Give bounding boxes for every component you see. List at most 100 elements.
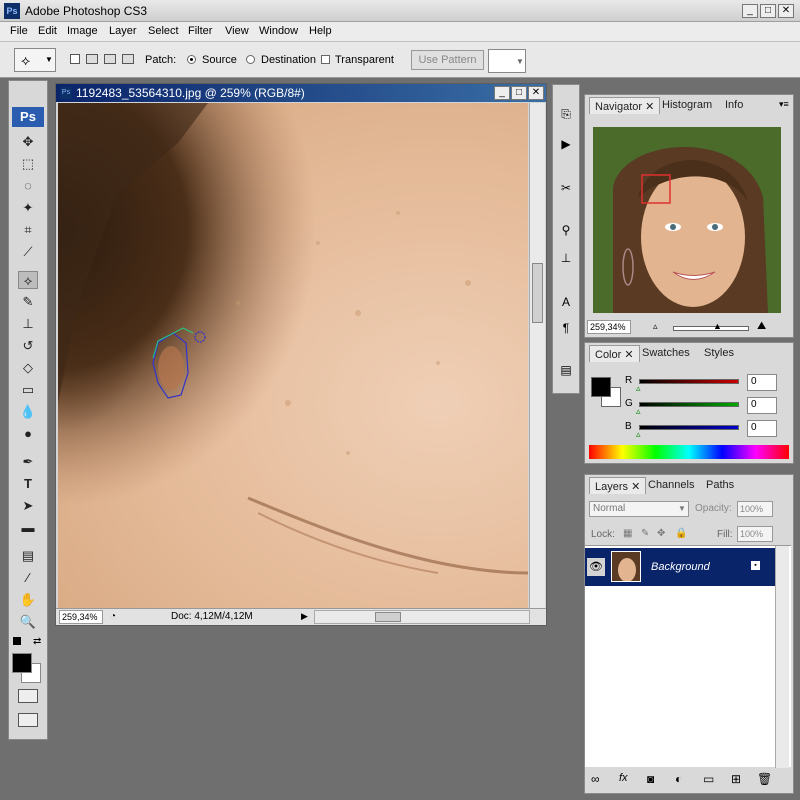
status-arrow-icon[interactable]: ▶ bbox=[301, 611, 308, 622]
green-slider-thumb-icon[interactable]: ▵ bbox=[636, 406, 641, 417]
menu-file[interactable]: File bbox=[10, 25, 28, 37]
tool-preset-picker[interactable]: ⟡ ▼ bbox=[14, 48, 56, 72]
move-tool-icon[interactable]: ✥ bbox=[18, 133, 38, 151]
tab-histogram[interactable]: Histogram bbox=[657, 97, 717, 114]
brush-tool-icon[interactable]: ✎ bbox=[18, 293, 38, 311]
menu-window[interactable]: Window bbox=[259, 25, 298, 37]
link-layers-icon[interactable]: ∞ bbox=[591, 772, 600, 786]
menu-edit[interactable]: Edit bbox=[38, 25, 57, 37]
menu-image[interactable]: Image bbox=[67, 25, 98, 37]
pen-tool-icon[interactable]: ✒ bbox=[18, 453, 38, 471]
layer-row[interactable]: 👁 Background ▪ bbox=[585, 548, 775, 586]
actions-panel-icon[interactable]: ▶ bbox=[557, 137, 575, 155]
vertical-scroll-thumb[interactable] bbox=[532, 263, 543, 323]
transparent-checkbox[interactable] bbox=[321, 55, 330, 64]
new-selection-icon[interactable] bbox=[70, 54, 80, 64]
navigator-thumbnail[interactable] bbox=[593, 127, 781, 313]
red-slider-thumb-icon[interactable]: ▵ bbox=[636, 383, 641, 394]
layer-mask-icon[interactable]: ◙ bbox=[647, 772, 654, 786]
history-panel-icon[interactable]: ⎘ bbox=[557, 107, 575, 125]
panel-menu-icon[interactable]: ▾≡ bbox=[779, 99, 789, 110]
type-tool-icon[interactable]: T bbox=[18, 475, 38, 493]
path-selection-tool-icon[interactable]: ➤ bbox=[18, 497, 38, 515]
color-spectrum-bar[interactable] bbox=[589, 445, 789, 459]
screen-mode-icon[interactable] bbox=[18, 713, 38, 727]
doc-zoom-field[interactable]: 259,34% bbox=[59, 610, 103, 624]
tab-styles[interactable]: Styles bbox=[699, 345, 739, 362]
doc-minimize-button[interactable]: _ bbox=[494, 86, 510, 100]
paragraph-panel-icon[interactable]: ¶ bbox=[557, 321, 575, 339]
vertical-scrollbar[interactable] bbox=[529, 103, 545, 608]
green-slider[interactable] bbox=[639, 402, 739, 407]
clone-source-icon[interactable]: ⊥ bbox=[557, 251, 575, 269]
layer-name[interactable]: Background bbox=[651, 561, 710, 573]
menu-layer[interactable]: Layer bbox=[109, 25, 137, 37]
slice-tool-icon[interactable]: ⟋ bbox=[18, 243, 38, 261]
brushes-panel-icon[interactable]: ⚲ bbox=[557, 223, 575, 241]
fill-field[interactable]: 100% bbox=[737, 526, 773, 542]
maximize-button[interactable]: □ bbox=[760, 4, 776, 18]
hand-tool-icon[interactable]: ✋ bbox=[18, 591, 38, 609]
zoom-out-icon[interactable]: ▵ bbox=[653, 321, 658, 332]
eyedropper-tool-icon[interactable]: ⁄ bbox=[18, 569, 38, 587]
patch-tool-icon[interactable]: ⟡ bbox=[18, 271, 38, 289]
horizontal-scrollbar[interactable] bbox=[314, 610, 530, 624]
adjustment-layer-icon[interactable]: ◐ bbox=[675, 772, 682, 786]
zoom-in-icon[interactable]: ⛰ bbox=[757, 320, 766, 333]
blue-slider[interactable] bbox=[639, 425, 739, 430]
crop-tool-icon[interactable]: ⌗ bbox=[18, 221, 38, 239]
zoom-slider-thumb-icon[interactable]: ▲ bbox=[713, 321, 722, 331]
layer-comps-icon[interactable]: ▤ bbox=[557, 363, 575, 381]
tool-presets-icon[interactable]: ✂ bbox=[557, 181, 575, 199]
tab-channels[interactable]: Channels bbox=[643, 477, 699, 494]
tab-color[interactable]: Color ✕ bbox=[589, 345, 640, 362]
add-selection-icon[interactable] bbox=[86, 54, 98, 64]
tab-info[interactable]: Info bbox=[720, 97, 748, 114]
marquee-tool-icon[interactable]: ⬚ bbox=[18, 155, 38, 173]
notes-tool-icon[interactable]: ▤ bbox=[18, 547, 38, 565]
tab-swatches[interactable]: Swatches bbox=[637, 345, 695, 362]
lock-transparent-icon[interactable]: ▦ bbox=[623, 528, 632, 539]
lock-image-icon[interactable]: ✎ bbox=[641, 528, 649, 539]
swap-colors-icon[interactable]: ⇄ bbox=[33, 636, 41, 647]
status-menu-icon[interactable]: ◔ bbox=[110, 611, 116, 622]
lock-position-icon[interactable]: ✥ bbox=[657, 528, 665, 539]
destination-radio[interactable] bbox=[246, 55, 255, 64]
shape-tool-icon[interactable]: ▬ bbox=[18, 519, 38, 537]
lasso-tool-icon[interactable]: ◌ bbox=[18, 177, 38, 195]
layers-scrollbar[interactable] bbox=[775, 546, 789, 768]
blend-mode-select[interactable]: Normal ▼ bbox=[589, 501, 689, 517]
dodge-tool-icon[interactable]: ● bbox=[18, 425, 38, 443]
pattern-picker[interactable]: ▼ bbox=[488, 49, 526, 73]
doc-maximize-button[interactable]: □ bbox=[511, 86, 527, 100]
new-layer-icon[interactable]: ⊞ bbox=[731, 772, 741, 786]
tab-navigator[interactable]: Navigator ✕ bbox=[589, 97, 661, 114]
subtract-selection-icon[interactable] bbox=[104, 54, 116, 64]
foreground-color-swatch[interactable] bbox=[12, 653, 32, 673]
navigator-zoom-field[interactable]: 259,34% bbox=[587, 320, 631, 334]
minimize-button[interactable]: _ bbox=[742, 4, 758, 18]
quick-mask-icon[interactable] bbox=[18, 689, 38, 703]
document-title-bar[interactable]: Ps 1192483_53564310.jpg @ 259% (RGB/8#) … bbox=[56, 84, 546, 102]
zoom-tool-icon[interactable]: 🔍 bbox=[18, 613, 38, 631]
horizontal-scroll-thumb[interactable] bbox=[375, 612, 401, 622]
character-panel-icon[interactable]: A bbox=[557, 295, 575, 313]
source-radio[interactable] bbox=[187, 55, 196, 64]
tab-paths[interactable]: Paths bbox=[701, 477, 739, 494]
menu-filter[interactable]: Filter bbox=[188, 25, 212, 37]
menu-view[interactable]: View bbox=[225, 25, 249, 37]
menu-select[interactable]: Select bbox=[148, 25, 179, 37]
color-fg-swatch[interactable] bbox=[591, 377, 611, 397]
clone-stamp-tool-icon[interactable]: ⊥ bbox=[18, 315, 38, 333]
new-group-icon[interactable]: ▭ bbox=[703, 772, 714, 786]
opacity-field[interactable]: 100% bbox=[737, 501, 773, 517]
blue-slider-thumb-icon[interactable]: ▵ bbox=[636, 429, 641, 440]
layer-style-icon[interactable]: fx bbox=[619, 772, 628, 784]
gradient-tool-icon[interactable]: ▭ bbox=[18, 381, 38, 399]
image-canvas[interactable] bbox=[58, 103, 528, 608]
navigator-zoom-slider[interactable] bbox=[673, 326, 749, 331]
eraser-tool-icon[interactable]: ◇ bbox=[18, 359, 38, 377]
red-slider[interactable] bbox=[639, 379, 739, 384]
red-value-field[interactable]: 0 bbox=[747, 374, 777, 391]
delete-layer-icon[interactable]: 🗑 bbox=[757, 772, 772, 786]
